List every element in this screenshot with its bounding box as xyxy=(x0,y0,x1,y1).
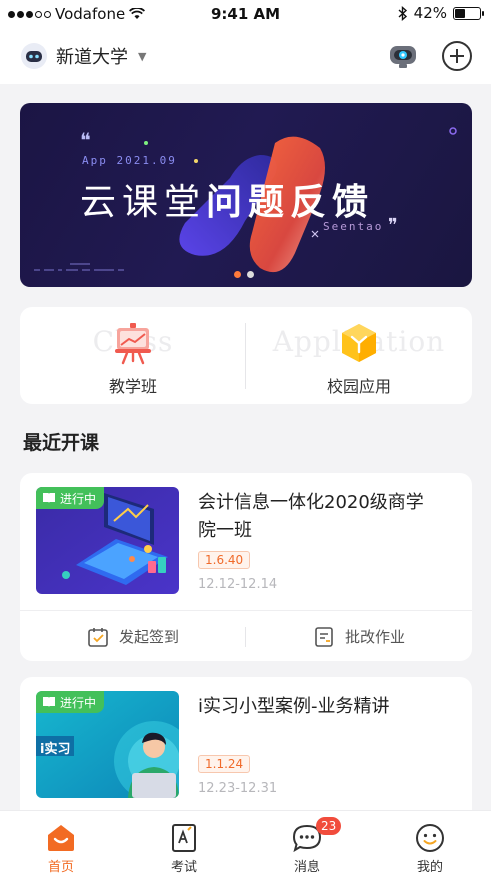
tab-label: 首页 xyxy=(47,860,74,875)
add-button[interactable] xyxy=(441,40,473,72)
status-badge-label: 进行中 xyxy=(60,491,97,506)
check-in-icon xyxy=(88,627,108,647)
grade-homework-label: 批改作业 xyxy=(344,628,405,646)
banner-title: 云课堂问题反馈 xyxy=(80,173,374,225)
profile-smile-icon xyxy=(416,824,444,852)
course-card[interactable]: 进行中 会计信息一体化2020级商学院一班 1.6.40 12.12-12.14… xyxy=(20,473,472,661)
entry-label: 校园应用 xyxy=(326,377,391,396)
status-badge: 进行中 xyxy=(36,691,105,713)
tab-label: 消息 xyxy=(293,860,320,875)
home-icon xyxy=(48,825,74,851)
cube-icon xyxy=(342,324,376,362)
course-title: 会计信息一体化2020级商学院一班 xyxy=(198,492,424,541)
section-title-recent-courses: 最近开课 xyxy=(23,432,100,454)
banner-title-bold: 问题反馈 xyxy=(206,182,375,223)
carousel-dot[interactable] xyxy=(234,271,241,278)
banner-brand: Seentao xyxy=(323,220,384,233)
course-thumbnail: 进行中 i实习 xyxy=(36,691,179,798)
top-navigation: 新道大学 ▼ xyxy=(0,28,491,84)
promo-banner[interactable]: ❝ ❞ App 2021.09 云课堂问题反馈 Seentao xyxy=(20,103,472,287)
tab-profile[interactable]: 我的 xyxy=(369,811,491,877)
version-tag: 1.1.24 xyxy=(198,755,251,773)
grade-homework-button[interactable]: 批改作业 xyxy=(246,611,472,661)
exam-icon xyxy=(172,824,196,852)
carousel-dot[interactable] xyxy=(247,271,254,278)
chevron-down-icon: ▼ xyxy=(138,49,147,63)
tab-label: 我的 xyxy=(416,860,443,875)
check-in-label: 发起签到 xyxy=(118,628,179,646)
entry-label: 教学班 xyxy=(108,377,157,396)
course-title: i实习小型案例-业务精讲 xyxy=(198,696,390,717)
book-icon xyxy=(43,697,55,707)
version-tag: 1.6.40 xyxy=(198,551,251,569)
tab-home[interactable]: 首页 xyxy=(0,811,122,877)
status-badge: 进行中 xyxy=(36,487,105,509)
course-thumbnail: 进行中 xyxy=(36,487,179,594)
school-avatar-icon xyxy=(21,43,47,69)
grade-homework-icon xyxy=(315,626,333,647)
school-switcher[interactable]: 新道大学 ▼ xyxy=(20,42,146,70)
bottom-tab-bar: 首页 考试 23 消息 我的 xyxy=(0,810,491,877)
presentation-board-icon xyxy=(115,323,151,365)
course-actions: 发起签到 批改作业 xyxy=(20,610,472,661)
carousel-indicators xyxy=(234,271,254,278)
book-icon xyxy=(43,493,55,503)
svg-text:❞: ❞ xyxy=(388,215,398,236)
plus-circle-icon xyxy=(442,41,472,71)
quick-entries: Class 教学班 Application 校园应用 xyxy=(20,307,472,404)
svg-text:❝: ❝ xyxy=(80,128,91,152)
tab-label: 考试 xyxy=(170,860,197,875)
entry-campus-apps[interactable]: Application 校园应用 xyxy=(246,307,472,404)
battery-level xyxy=(455,8,466,18)
school-name: 新道大学 xyxy=(56,47,128,68)
bluetooth-icon xyxy=(398,5,407,21)
battery-icon xyxy=(453,6,484,20)
banner-title-light: 云课堂 xyxy=(80,182,207,223)
banner-subtitle: App 2021.09 xyxy=(82,154,177,167)
entry-teaching-class[interactable]: Class 教学班 xyxy=(20,307,246,404)
status-badge-label: 进行中 xyxy=(60,695,97,710)
robot-camera-icon[interactable] xyxy=(387,40,419,72)
course-card[interactable]: 进行中 i实习 i实习小型案例-业务精讲 1.1.24 12.23-12.31 xyxy=(20,677,472,827)
course-dates: 12.12-12.14 xyxy=(198,577,278,592)
course-dates: 12.23-12.31 xyxy=(198,781,278,796)
unread-count-badge: 23 xyxy=(316,817,342,835)
check-in-button[interactable]: 发起签到 xyxy=(20,611,246,661)
status-bar: Vodafone 9:41 AM 42% xyxy=(0,0,491,28)
thumbnail-label: i实习 xyxy=(40,742,71,757)
tab-exam[interactable]: 考试 xyxy=(123,811,245,877)
battery-percent: 42% xyxy=(413,4,447,22)
device-status: 42% xyxy=(398,4,484,22)
tab-messages[interactable]: 23 消息 xyxy=(246,811,368,877)
